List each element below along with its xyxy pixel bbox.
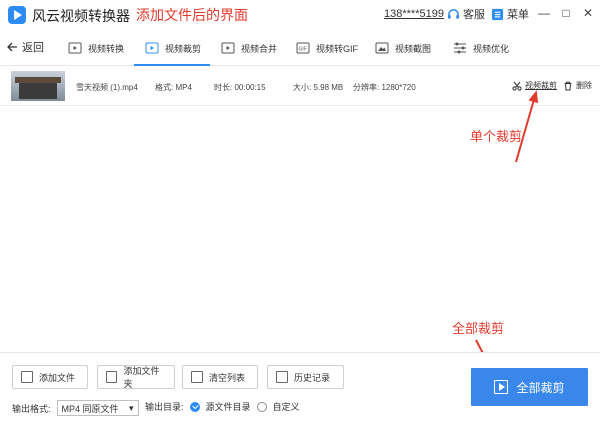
cut-single-label: 视频裁剪 [525,81,557,90]
radio-custom-dir[interactable] [256,401,267,412]
user-account-link[interactable]: 138****5199 [384,8,444,20]
history-icon [276,371,288,383]
tab-label: 视频转GIF [316,43,358,54]
add-file-label: 添加文件 [39,372,76,383]
arrow-left-icon [7,42,17,52]
tab-label: 视频优化 [473,43,510,54]
cut-all-label: 全部裁剪 [516,380,565,395]
history-button[interactable]: 历史记录 [267,365,344,389]
add-folder-label: 添加文件夹 [123,366,160,389]
optimize-icon [454,42,466,54]
folder-icon [106,371,118,383]
customer-service-label: 客服 [463,9,485,21]
svg-text:GIF: GIF [299,47,307,53]
add-folder-button[interactable]: 添加文件夹 [97,365,175,389]
video-thumbnail [11,71,65,101]
source-dir-label: 源文件目录 [205,402,251,412]
minimize-button[interactable]: — [537,6,551,20]
output-format-label: 输出格式: [12,403,51,414]
radio-source-dir[interactable] [189,401,200,412]
video-convert-icon [68,42,82,54]
title-bar: 风云视频转换器 添加文件后的界面 138****5199 客服 菜单 — □ ✕ [0,0,600,30]
delete-label: 删除 [576,81,592,90]
screenshot-icon [375,42,389,54]
file-size: 大小: 5.98 MB [293,83,344,92]
menu-label: 菜单 [507,9,529,21]
tab-video-optimize[interactable]: 视频优化 [453,39,509,57]
tab-video-screenshot[interactable]: 视频截图 [375,39,431,57]
annotation-all-cut: 全部裁剪 [452,321,505,336]
tab-video-cut[interactable]: 视频裁剪 [145,39,201,57]
file-name: 雪天视频 (1).mp4 [76,83,138,92]
scissors-icon [512,81,522,91]
file-format: 格式: MP4 [155,83,192,92]
annotation-title: 添加文件后的界面 [136,7,248,23]
output-dir-row: 输出目录: 源文件目录 自定义 [145,400,300,413]
back-button[interactable]: 返回 [6,39,44,55]
delete-button[interactable]: 删除 [563,80,592,91]
maximize-button[interactable]: □ [559,6,573,20]
video-cut-icon [145,42,159,54]
close-button[interactable]: ✕ [581,6,595,20]
app-title: 风云视频转换器 [32,8,130,24]
video-merge-icon [221,42,235,54]
customer-service-button[interactable]: 客服 [447,6,485,22]
cut-single-button[interactable]: 视频裁剪 [512,80,557,91]
tab-video-merge[interactable]: 视频合并 [221,39,277,57]
add-file-icon [21,371,33,383]
chevron-down-icon: ▾ [128,402,134,413]
add-file-button[interactable]: 添加文件 [12,365,88,389]
headset-icon [447,8,460,19]
tab-label: 视频截图 [395,43,432,54]
custom-dir-label: 自定义 [272,402,300,412]
output-format-select[interactable]: MP4 同原文件 ▾ [56,400,139,416]
gif-icon: GIF [296,42,310,54]
nav-bar: 返回 视频转换 视频裁剪 视频合并 GIF 视频转GIF 视频截图 视频优化 [0,30,600,66]
tab-video-convert[interactable]: 视频转换 [68,39,124,57]
trash-icon [564,81,572,90]
tab-label: 视频合并 [241,43,278,54]
tab-label: 视频裁剪 [165,43,202,54]
output-format-row: 输出格式: MP4 同原文件 ▾ [12,400,139,416]
tab-label: 视频转换 [88,43,125,54]
menu-icon [491,8,504,20]
tab-video-to-gif[interactable]: GIF 视频转GIF [296,39,358,57]
history-label: 历史记录 [294,372,331,383]
file-duration: 时长: 00:00:15 [214,83,266,92]
app-logo-icon [8,6,26,24]
menu-button[interactable]: 菜单 [491,6,529,22]
output-dir-label: 输出目录: [145,402,184,412]
output-format-value: MP4 同原文件 [61,403,119,414]
back-label: 返回 [22,42,44,54]
cut-all-button[interactable]: 全部裁剪 [471,368,588,406]
file-row[interactable]: 雪天视频 (1).mp4 格式: MP4 时长: 00:00:15 大小: 5.… [0,66,600,106]
clear-list-label: 清空列表 [209,372,246,383]
file-resolution: 分辨率: 1280*720 [353,83,416,92]
play-icon [494,380,509,394]
clear-icon [191,371,203,383]
clear-list-button[interactable]: 清空列表 [182,365,258,389]
annotation-single-cut: 单个裁剪 [470,129,523,144]
